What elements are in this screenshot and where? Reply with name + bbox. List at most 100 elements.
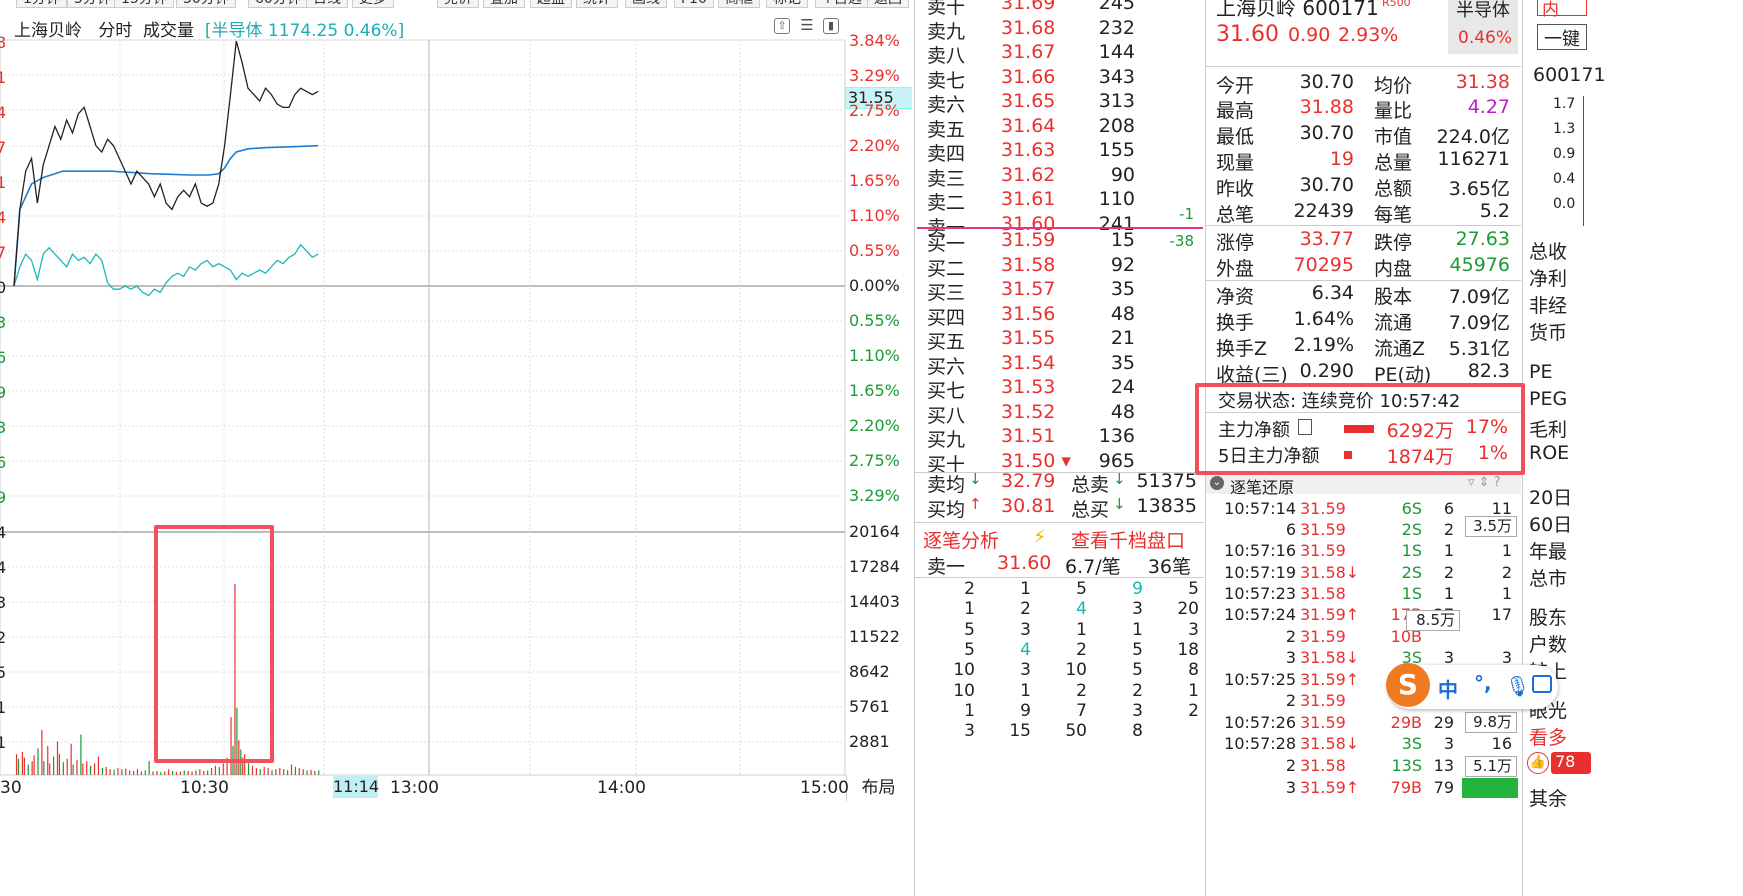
sell-level-row[interactable]: 卖三 31.62 90 xyxy=(915,163,1204,190)
buy-level-row[interactable]: 买一 31.59 15 xyxy=(915,229,1204,255)
sell-level-price: 31.67 xyxy=(1001,41,1056,63)
sell-level-label: 卖四 xyxy=(927,143,966,165)
sell-level-row[interactable]: 卖二 31.61 110 xyxy=(915,188,1204,214)
microphone-icon[interactable]: 🎙 xyxy=(1505,674,1530,698)
quote-label: 总笔 xyxy=(1216,204,1255,226)
tick-analysis-link[interactable]: 逐笔分析 xyxy=(923,526,999,553)
queue-per-order: 6.7/笔 xyxy=(1065,556,1121,578)
sell-level-volume: 90 xyxy=(1110,163,1135,186)
queue-cell: 1 xyxy=(964,599,975,620)
buy-avg-value: 30.81 xyxy=(1001,495,1056,517)
queue-cell: 15 xyxy=(1009,721,1031,742)
buy-level-volume: 48 xyxy=(1110,400,1135,423)
buy-level-row[interactable]: 买五 31.55 21 xyxy=(915,327,1204,353)
queue-cell: 3 xyxy=(1188,619,1199,640)
volume-bar-50 xyxy=(195,770,197,775)
sell-level-volume: 343 xyxy=(1098,65,1135,88)
buy-level-row[interactable]: 买二 31.58 92 xyxy=(915,254,1204,280)
mini-chart-axis xyxy=(1583,96,1584,226)
sell-level-row[interactable]: 卖九 31.68 232 xyxy=(915,17,1204,43)
layout-button[interactable]: 布局 xyxy=(846,775,910,801)
sell-level-row[interactable]: 卖四 31.63 155 xyxy=(915,139,1204,165)
volume-axis-label: 17284 xyxy=(849,557,900,576)
price-volume-chart[interactable] xyxy=(0,0,912,896)
left-axis-label: 4 xyxy=(0,208,7,227)
time-axis-label: 30 xyxy=(0,778,22,798)
volume-bar-25 xyxy=(97,756,100,775)
queue-cell: 5 xyxy=(1076,579,1087,599)
sell-level-row[interactable]: 卖八 31.67 144 xyxy=(915,41,1204,67)
keyboard-icon[interactable] xyxy=(1532,675,1552,693)
tick-orders: 13 xyxy=(1433,756,1454,775)
buy-avg-row: 买均 ↑ 30.81 总买 ↓ 13835 xyxy=(915,495,1204,521)
buy-level-row[interactable]: 买六 31.54 35 xyxy=(915,352,1204,378)
left-axis-label: 3 xyxy=(0,593,7,612)
inner-button[interactable]: 内 xyxy=(1537,0,1587,20)
filter-icon[interactable]: ▿ ⇕ ? xyxy=(1468,475,1501,490)
buy-level-row[interactable]: 买三 31.57 35 xyxy=(915,278,1204,304)
buy-level-row[interactable]: 买九 31.51 136 xyxy=(915,425,1204,451)
quote-value: 4.27 xyxy=(1467,96,1510,118)
buy-level-price: 31.52 xyxy=(1001,400,1056,423)
quote-label: 最高 xyxy=(1216,100,1255,122)
sell-level-row[interactable]: 卖六 31.65 313 xyxy=(915,90,1204,116)
quote-value: 45976 xyxy=(1449,254,1510,276)
left-axis-label: 4 xyxy=(0,558,7,577)
ime-lang[interactable]: 中 xyxy=(1438,674,1458,703)
total-buy-label: 总买 xyxy=(1071,499,1110,521)
buy-level-row[interactable]: 买四 31.56 48 xyxy=(915,303,1204,329)
tick-volume: 79B xyxy=(1390,778,1422,797)
tick-price: 31.59↑ xyxy=(1300,605,1360,624)
queue-cell: 1 xyxy=(1188,680,1199,701)
divider xyxy=(915,577,1204,578)
tick-orders: 6 xyxy=(1443,499,1454,518)
sell-level-row[interactable]: 卖五 31.64 208 xyxy=(915,115,1204,141)
buy-level-row[interactable]: 买八 31.52 48 xyxy=(915,400,1204,427)
buy-level-label: 买九 xyxy=(927,429,966,451)
sell-level-price: 31.62 xyxy=(1001,163,1056,186)
collapse-icon[interactable]: ⌄ xyxy=(1210,476,1224,490)
quote-row: 最高 31.88 量比 4.27 xyxy=(1206,96,1516,122)
f10-label: PEG xyxy=(1529,388,1568,410)
queue-cell: 5 xyxy=(964,639,975,660)
volume-bar-9 xyxy=(43,761,45,775)
one-click-button[interactable]: 一键 xyxy=(1537,24,1587,50)
queue-row: 10 3 10 5 8 xyxy=(915,660,1204,680)
volume-bar-32 xyxy=(125,768,127,775)
sell-level-row[interactable]: 卖七 31.66 343 xyxy=(915,65,1204,92)
volume-bar-6 xyxy=(33,755,35,775)
quote-value: 5.2 xyxy=(1479,200,1510,222)
quote-row: 昨收 30.70 总额 3.65亿 xyxy=(1206,174,1516,200)
buy-level-label: 买一 xyxy=(927,233,966,255)
sell-level-row[interactable]: 卖十 31.69 245 xyxy=(915,0,1204,18)
price-line xyxy=(13,40,319,287)
queue-row: 1 2 4 3 20 xyxy=(915,599,1204,619)
queue-cell: 4 xyxy=(1076,599,1087,620)
tick-time: 2 xyxy=(1285,691,1296,710)
sell-level-volume: 110 xyxy=(1098,188,1135,210)
tick-time: 10:57:19 xyxy=(1224,563,1296,582)
volume-bar-15 xyxy=(62,762,64,775)
quote-value: 31.38 xyxy=(1455,71,1510,93)
volume-bar-17 xyxy=(70,743,72,775)
ime-punct[interactable]: °, xyxy=(1474,671,1492,695)
volume-tag: 9.8万 xyxy=(1465,712,1517,733)
view-depth-link[interactable]: 查看千档盘口 xyxy=(1071,526,1185,553)
pct-axis-label: 1.10% xyxy=(849,206,900,225)
quote-value: 0.290 xyxy=(1299,360,1354,382)
volume-tag: 8.5万 xyxy=(1406,610,1460,631)
queue-cell: 3 xyxy=(964,721,975,742)
ime-toolbar[interactable]: S 中 °, 🎙 xyxy=(1386,663,1558,709)
queue-cell: 1 xyxy=(1132,619,1143,640)
f10-label: 总市 xyxy=(1529,568,1568,590)
sell-level-price: 31.63 xyxy=(1001,139,1056,161)
divider xyxy=(1206,280,1521,281)
tick-row: 2 31.59 10B xyxy=(1206,627,1521,649)
quote-row: 涨停 33.77 跌停 27.63 xyxy=(1206,228,1516,254)
volume-bar-53 xyxy=(207,770,209,775)
thumbs-up-icon[interactable]: 👍 xyxy=(1527,752,1549,774)
buy-level-row[interactable]: 买七 31.53 24 xyxy=(915,376,1204,402)
queue-cell: 1 xyxy=(964,700,975,721)
pct-axis-label: 3.29% xyxy=(849,66,900,85)
ime-logo-icon[interactable]: S xyxy=(1386,663,1430,707)
